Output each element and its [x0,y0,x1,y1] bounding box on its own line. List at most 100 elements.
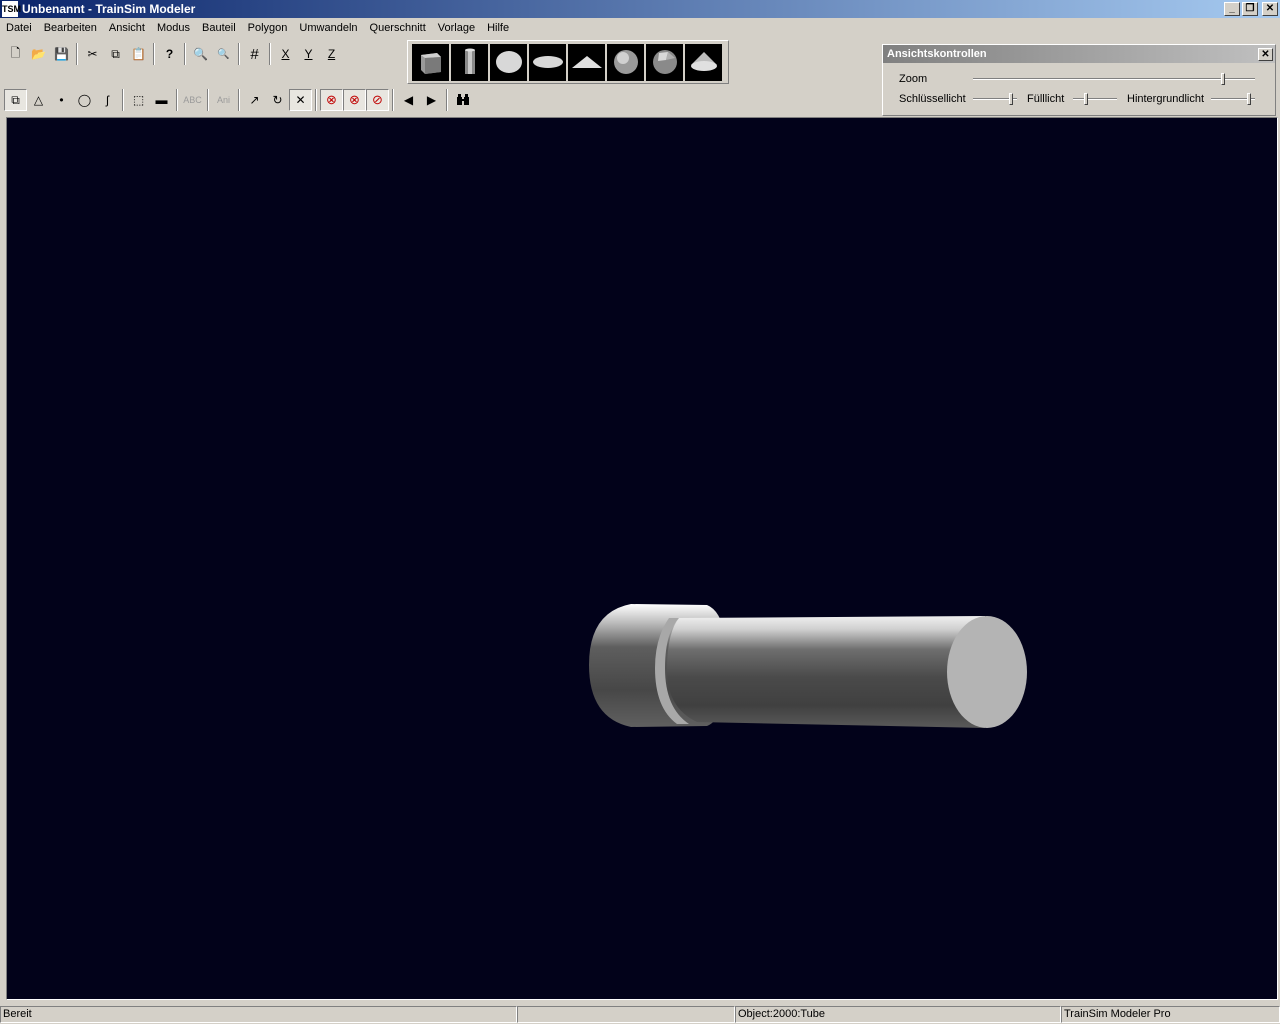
select-polygon-icon[interactable]: △ [27,89,50,111]
menu-umwandeln[interactable]: Umwandeln [293,22,363,34]
toolbar-separator [176,89,178,111]
menu-hilfe[interactable]: Hilfe [481,22,515,34]
zoom-in-icon[interactable]: 🔍 [189,43,212,65]
back-light-label: Hintergrundlicht [1127,93,1205,105]
toolbar-separator [76,43,78,65]
toolbar-separator [184,43,186,65]
app-icon: TSM [2,1,21,17]
grid-icon[interactable]: # [243,43,266,65]
status-product: TrainSim Modeler Pro [1061,1006,1280,1023]
standard-toolbar: 🗋 📂 💾 ✂ ⧉ 📋 ? 🔍 🔍 # X Y Z [4,40,404,68]
back-light-slider[interactable] [1211,93,1255,105]
status-bar: Bereit Object:2000:Tube TrainSim Modeler… [0,1006,1280,1024]
rotate-icon[interactable]: ↻ [266,89,289,111]
key-light-slider-thumb[interactable] [1009,93,1013,105]
binoculars-icon[interactable] [451,89,474,111]
status-empty [517,1006,735,1023]
open-folder-icon[interactable]: 📂 [27,43,50,65]
sphere-primitive-button[interactable] [607,43,644,81]
toolbar-separator [153,43,155,65]
toolbar-separator [269,43,271,65]
menu-modus[interactable]: Modus [151,22,196,34]
sphere-icon [613,50,638,74]
flip-x-icon[interactable]: X [274,43,297,65]
edit-toolbar: ⧉ △ • ◯ ʃ ⬚ ▬ ABC Ani ↗ ↻ ✕ ⊗ ⊗ ⊘ ◀ ▶ [4,86,484,114]
menu-datei[interactable]: Datei [0,22,38,34]
zoom-slider-track [973,78,1255,80]
tube-end-cap [947,616,1027,728]
menu-bar: Datei Bearbeiten Ansicht Modus Bauteil P… [0,18,1280,38]
pyramid-primitive-button[interactable] [568,43,605,81]
cut-icon[interactable]: ✂ [81,43,104,65]
toolbar-separator [315,89,317,111]
key-light-label: Schlüssellicht [899,93,966,105]
flip-z-icon[interactable]: Z [320,43,343,65]
rect-select-icon[interactable]: ⬚ [127,89,150,111]
menu-bearbeiten[interactable]: Bearbeiten [38,22,103,34]
restore-button[interactable]: ❐ [1242,2,1258,16]
cylinder-icon [464,48,475,74]
scale-icon[interactable]: ✕ [289,89,312,111]
geosphere-primitive-button[interactable] [646,43,683,81]
lock-scale-icon[interactable]: ⊘ [366,89,389,111]
flip-y-icon[interactable]: Y [297,43,320,65]
select-part-icon[interactable]: ⧉ [4,89,27,111]
animation-icon[interactable]: Ani [212,89,235,111]
toolbar-separator [446,89,448,111]
3d-viewport[interactable] [6,117,1278,1000]
close-button[interactable]: ✕ [1262,2,1278,16]
cone-icon [690,52,717,71]
ellipse-icon [532,56,563,68]
geosphere-icon [652,50,677,74]
ruler-icon[interactable]: ▬ [150,89,173,111]
view-controls-panel: Ansichtskontrollen ✕ Zoom Schlüssellicht… [882,44,1276,116]
disc-icon [495,51,522,73]
status-object: Object:2000:Tube [735,1006,1061,1023]
lock-rotate-icon[interactable]: ⊗ [343,89,366,111]
next-icon[interactable]: ▶ [420,89,443,111]
previous-icon[interactable]: ◀ [397,89,420,111]
fill-light-slider-thumb[interactable] [1084,93,1088,105]
select-point-icon[interactable]: • [50,89,73,111]
zoom-slider-thumb[interactable] [1221,73,1225,85]
primitives-toolbar [407,40,729,84]
label-icon[interactable]: ABC [181,89,204,111]
fill-light-label: Fülllicht [1027,93,1065,105]
menu-querschnitt[interactable]: Querschnitt [364,22,432,34]
zoom-slider[interactable] [973,73,1255,85]
help-icon[interactable]: ? [158,43,181,65]
key-light-slider[interactable] [973,93,1017,105]
minimize-button[interactable]: _ [1224,2,1240,16]
back-light-slider-thumb[interactable] [1247,93,1251,105]
new-file-icon[interactable]: 🗋 [4,43,27,65]
fill-light-slider-track [1073,98,1117,100]
view-controls-close-button[interactable]: ✕ [1258,47,1273,61]
lock-move-icon[interactable]: ⊗ [320,89,343,111]
disc-primitive-button[interactable] [490,43,527,81]
cone-primitive-button[interactable] [685,43,722,81]
fill-light-slider[interactable] [1073,93,1117,105]
view-controls-titlebar: Ansichtskontrollen ✕ [883,45,1275,63]
cube-icon [420,53,441,74]
curve-icon[interactable]: ʃ [96,89,119,111]
menu-ansicht[interactable]: Ansicht [103,22,151,34]
menu-polygon[interactable]: Polygon [242,22,294,34]
cylinder-primitive-button[interactable] [451,43,488,81]
copy-icon[interactable]: ⧉ [104,43,127,65]
ellipse-primitive-button[interactable] [529,43,566,81]
move-icon[interactable]: ↗ [243,89,266,111]
tube-object[interactable] [7,118,1277,999]
menu-vorlage[interactable]: Vorlage [432,22,481,34]
title-bar: TSM Unbenannt - TrainSim Modeler _ ❐ ✕ [0,0,1280,18]
circle-icon[interactable]: ◯ [73,89,96,111]
cube-primitive-button[interactable] [412,43,449,81]
tube-body [667,616,985,728]
save-icon[interactable]: 💾 [50,43,73,65]
toolbar-separator [238,43,240,65]
view-controls-title: Ansichtskontrollen [887,48,987,60]
paste-icon[interactable]: 📋 [127,43,150,65]
zoom-out-icon[interactable]: 🔍 [212,43,235,65]
zoom-label: Zoom [899,73,928,85]
toolbar-separator [392,89,394,111]
menu-bauteil[interactable]: Bauteil [196,22,242,34]
